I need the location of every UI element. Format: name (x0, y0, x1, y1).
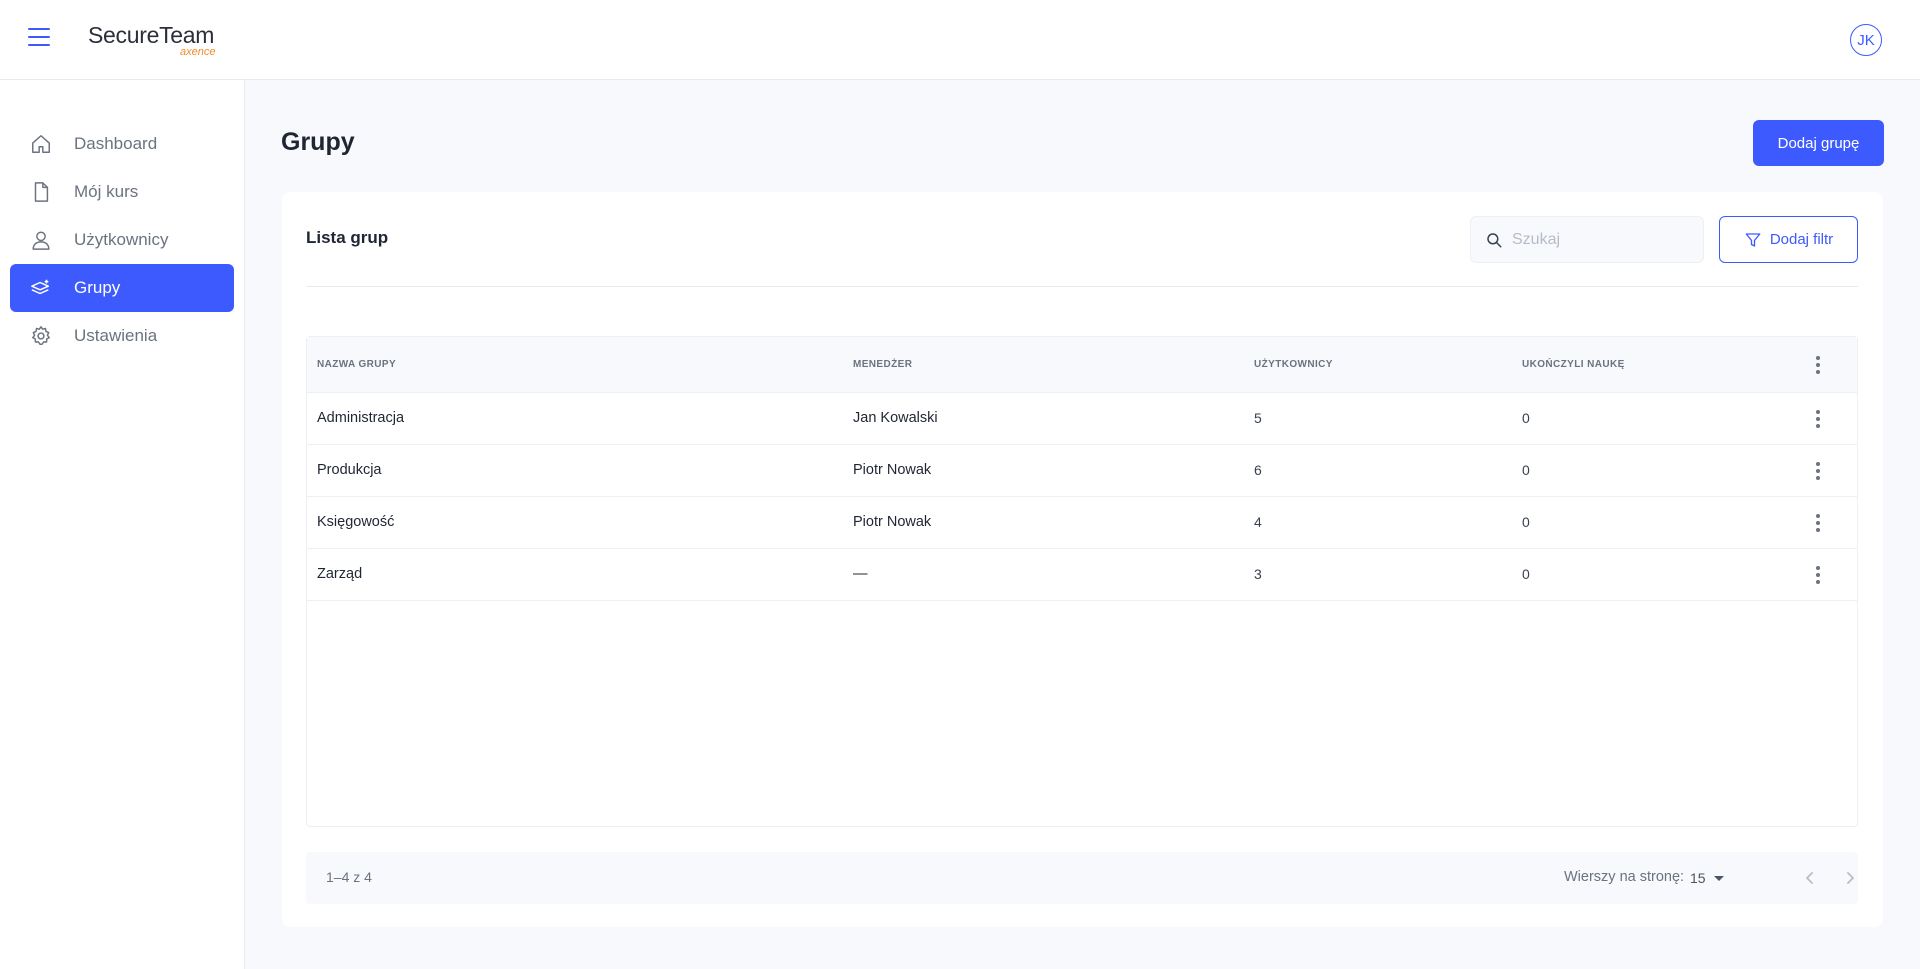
menu-icon[interactable] (28, 28, 52, 50)
sidebar-item-users[interactable]: Użytkownicy (10, 216, 234, 264)
table-row[interactable]: Produkcja Piotr Nowak 6 0 (307, 445, 1857, 497)
sidebar-item-groups[interactable]: Grupy (10, 264, 234, 312)
sidebar-item-label: Ustawienia (74, 326, 158, 345)
rows-per-page-label: Wierszy na stronę: (1564, 869, 1685, 885)
cell-users: 3 (1254, 566, 1262, 582)
row-menu-icon[interactable] (1808, 563, 1828, 587)
search-input[interactable] (1512, 230, 1692, 249)
logo[interactable]: SecureTeam axence (88, 22, 238, 62)
cell-users: 4 (1254, 514, 1262, 530)
page-title: Grupy (281, 128, 355, 156)
cell-group-name: Zarząd (317, 566, 363, 582)
file-icon (30, 181, 52, 203)
logo-main-text: SecureTeam (88, 22, 215, 48)
cell-group-name: Produkcja (317, 462, 382, 478)
search-icon (1484, 230, 1504, 250)
row-menu-icon[interactable] (1808, 511, 1828, 535)
cell-manager: Jan Kowalski (853, 410, 938, 426)
sidebar-item-label: Grupy (74, 278, 121, 297)
search-box[interactable] (1470, 216, 1704, 263)
cell-manager: Piotr Nowak (853, 514, 932, 530)
cell-completed: 0 (1522, 462, 1530, 478)
pagination-range: 1–4 z 4 (326, 869, 372, 885)
row-menu-icon[interactable] (1808, 407, 1828, 431)
logo-brand: axence (180, 46, 216, 58)
column-header-name[interactable]: NAZWA GRUPY (317, 359, 396, 370)
groups-card: Lista grup Dodaj filtr NAZWA GRUPY MENED… (282, 192, 1883, 927)
cell-users: 6 (1254, 462, 1262, 478)
card-title: Lista grup (306, 228, 389, 247)
cell-group-name: Księgowość (317, 514, 395, 530)
chevron-right-icon (1847, 872, 1854, 884)
cell-completed: 0 (1522, 514, 1530, 530)
add-filter-button[interactable]: Dodaj filtr (1719, 216, 1858, 263)
previous-page-button[interactable] (1798, 866, 1822, 890)
chevron-left-icon (1806, 872, 1813, 884)
divider (306, 286, 1858, 287)
next-page-button[interactable] (1838, 866, 1862, 890)
avatar[interactable]: JK (1850, 24, 1882, 56)
column-header-completed[interactable]: UKOŃCZYLI NAUKĘ (1522, 359, 1625, 370)
cell-users: 5 (1254, 410, 1262, 426)
sidebar-item-settings[interactable]: Ustawienia (10, 312, 234, 360)
cell-manager: Piotr Nowak (853, 462, 932, 478)
cell-completed: 0 (1522, 410, 1530, 426)
sidebar-item-label: Mój kurs (74, 182, 139, 201)
caret-down-icon (1713, 875, 1724, 881)
add-filter-label: Dodaj filtr (1769, 231, 1834, 248)
logo-sub-text: axence (180, 46, 215, 58)
layers-icon (30, 277, 52, 299)
table-header: NAZWA GRUPY MENEDŻER UŻYTKOWNICY UKOŃCZY… (307, 337, 1857, 393)
table-row[interactable]: Zarząd — 3 0 (307, 549, 1857, 601)
table-row[interactable]: Administracja Jan Kowalski 5 0 (307, 393, 1857, 445)
user-icon (30, 229, 52, 251)
column-header-users[interactable]: UŻYTKOWNICY (1254, 359, 1333, 370)
column-options-icon[interactable] (1808, 353, 1828, 377)
filter-icon (1744, 231, 1762, 249)
pagination-bar: 1–4 z 4 Wierszy na stronę: 15 (306, 852, 1858, 904)
add-group-button[interactable]: Dodaj grupę (1753, 120, 1884, 166)
table-row[interactable]: Księgowość Piotr Nowak 4 0 (307, 497, 1857, 549)
column-header-manager[interactable]: MENEDŻER (853, 359, 912, 370)
groups-table: NAZWA GRUPY MENEDŻER UŻYTKOWNICY UKOŃCZY… (306, 336, 1858, 827)
cell-manager: — (853, 566, 868, 582)
sidebar: Dashboard Mój kurs Użytkownicy Grupy Ust… (0, 80, 245, 969)
sidebar-item-dashboard[interactable]: Dashboard (10, 120, 234, 168)
gear-icon (30, 325, 52, 347)
rows-per-page-value: 15 (1690, 870, 1706, 886)
cell-group-name: Administracja (317, 410, 405, 426)
rows-per-page-select[interactable]: 15 (1690, 864, 1724, 892)
sidebar-item-label: Użytkownicy (74, 230, 169, 249)
top-bar: SecureTeam axence JK (0, 0, 1920, 80)
row-menu-icon[interactable] (1808, 459, 1828, 483)
cell-completed: 0 (1522, 566, 1530, 582)
sidebar-item-label: Dashboard (74, 134, 158, 153)
sidebar-item-my-course[interactable]: Mój kurs (10, 168, 234, 216)
home-icon (30, 133, 52, 155)
